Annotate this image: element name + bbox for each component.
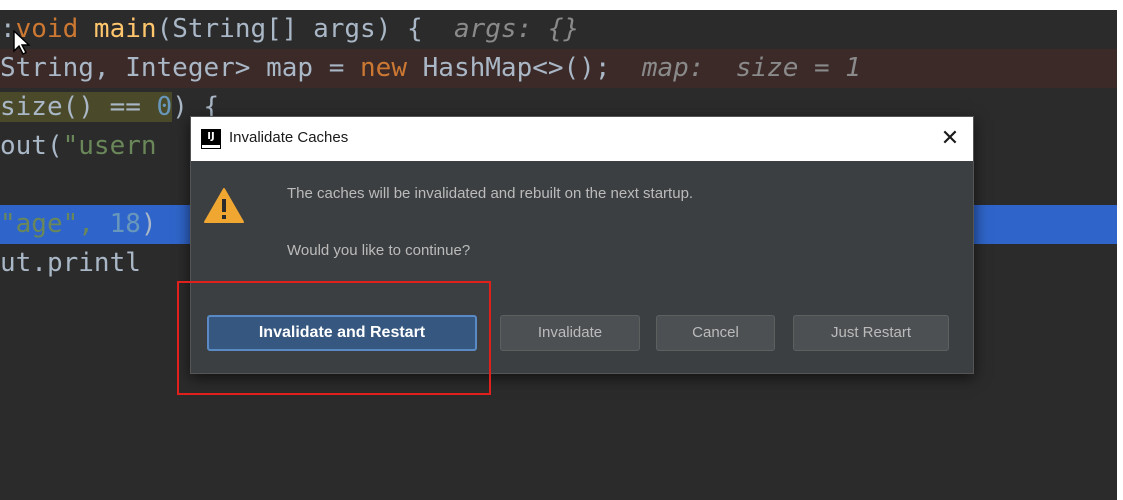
invalidate-caches-dialog: IJ Invalidate Caches ✕ The caches will b… — [190, 116, 974, 374]
dialog-title: Invalidate Caches — [229, 129, 349, 146]
dialog-message: The caches will be invalidated and rebui… — [287, 185, 694, 202]
code-string: "usern — [62, 131, 157, 161]
warning-icon — [204, 188, 244, 223]
code-method-name: main — [78, 14, 157, 44]
code-string: "age", — [0, 209, 110, 239]
cancel-button[interactable]: Cancel — [656, 315, 775, 351]
debug-inline-hint: map: size = 1 — [641, 53, 861, 83]
invalidate-button[interactable]: Invalidate — [500, 315, 640, 351]
code-line[interactable]: :void main(String[] args) { args: {} — [0, 10, 579, 49]
code-line[interactable]: size() == 0) { — [0, 88, 219, 127]
code-token: (String[] args) { — [156, 14, 454, 44]
code-line[interactable]: out("usern — [0, 127, 157, 166]
code-keyword: new — [360, 53, 407, 83]
code-line-breakpoint[interactable]: String, Integer> map = new HashMap<>(); … — [0, 49, 1117, 88]
code-token: out( — [0, 131, 63, 161]
invalidate-and-restart-button[interactable]: Invalidate and Restart — [207, 315, 477, 351]
code-number: 0 — [156, 92, 173, 122]
intellij-icon: IJ — [201, 129, 221, 149]
code-line[interactable]: ut.printl — [0, 244, 141, 283]
just-restart-button[interactable]: Just Restart — [793, 315, 949, 351]
code-number: 18 — [109, 209, 141, 239]
dialog-question: Would you like to continue? — [287, 242, 471, 259]
code-token: ) — [140, 209, 157, 239]
mouse-pointer-icon — [13, 30, 31, 55]
close-icon[interactable]: ✕ — [927, 117, 973, 161]
code-token: HashMap<>(); — [407, 53, 642, 83]
code-token: size() == — [0, 92, 157, 122]
debug-inline-hint: args: {} — [453, 14, 580, 44]
code-token: String, Integer> map = — [0, 53, 361, 83]
dialog-titlebar[interactable]: IJ Invalidate Caches ✕ — [191, 117, 973, 161]
code-token: ut.printl — [0, 248, 141, 278]
